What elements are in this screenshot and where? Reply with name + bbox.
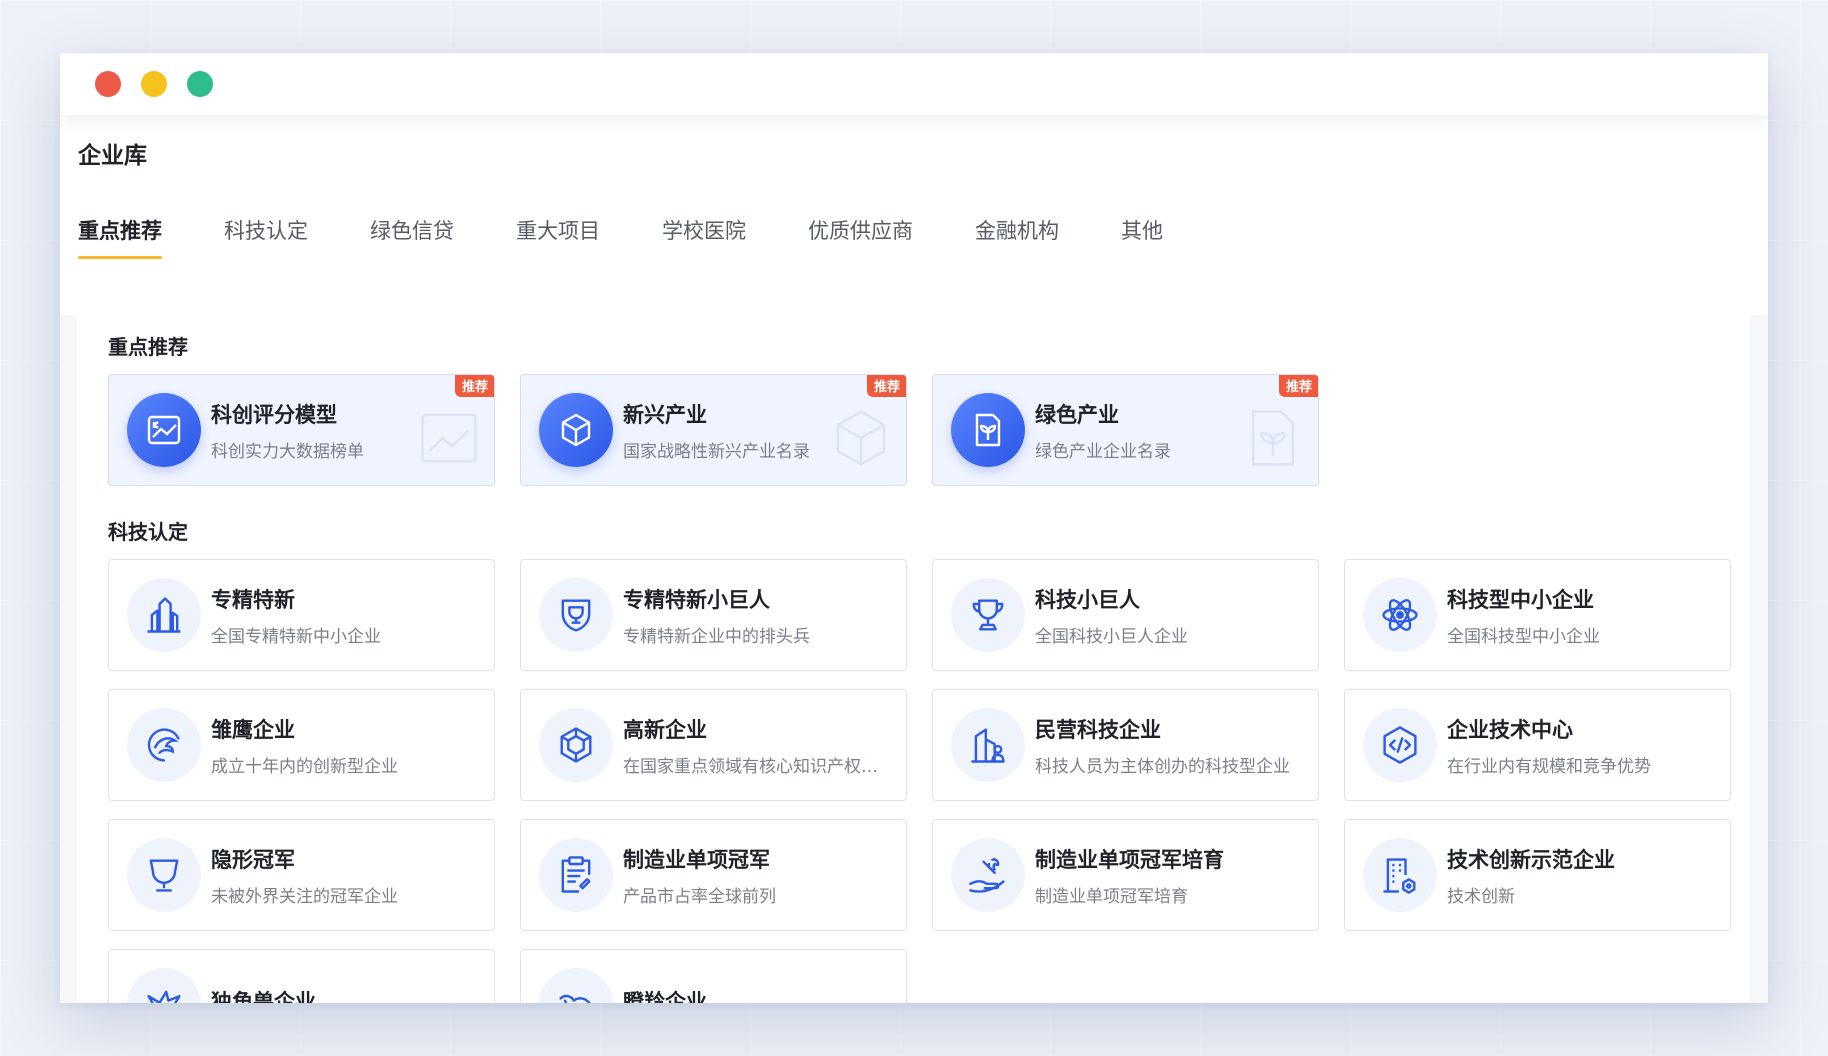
card-title: 雏鹰企业 <box>211 717 295 742</box>
card-young-eagle[interactable]: 雏鹰企业 成立十年内的创新型企业 <box>108 689 495 801</box>
card-sci-score-model[interactable]: 科创评分模型 科创实力大数据榜单 推荐 <box>108 374 495 486</box>
card-desc: 未被外界关注的冠军企业 <box>211 886 398 907</box>
card-private-tech[interactable]: 民营科技企业 科技人员为主体创办的科技型企业 <box>932 689 1319 801</box>
card-title: 隐形冠军 <box>211 847 295 872</box>
tech-certification-grid: 专精特新 全国专精特新中小企业 专精特新小巨人 专精特新企业中的排头兵 科技小巨… <box>108 559 1731 1003</box>
content-panel: 重点推荐 科创评分模型 科创实力大数据榜单 推荐 新兴产业 国家战略性新兴产业名… <box>77 297 1750 1003</box>
recommend-badge: 推荐 <box>866 375 906 397</box>
card-desc: 产品市占率全球前列 <box>623 886 776 907</box>
recommend-badge: 推荐 <box>454 375 494 397</box>
card-title: 专精特新 <box>211 587 295 612</box>
card-title: 专精特新小巨人 <box>623 587 770 612</box>
minimize-window-dot[interactable] <box>141 71 167 97</box>
card-title: 企业技术中心 <box>1447 717 1573 742</box>
hex-cube-icon <box>539 708 613 782</box>
gazelle-icon <box>539 968 613 1003</box>
card-green-industry[interactable]: 绿色产业 绿色产业企业名录 推荐 <box>932 374 1319 486</box>
section-title-key-recommend: 重点推荐 <box>108 335 188 359</box>
card-mfg-champion[interactable]: 制造业单项冠军 产品市占率全球前列 <box>520 819 907 931</box>
leaf-doc-icon <box>951 393 1025 467</box>
card-title: 高新企业 <box>623 717 707 742</box>
card-title: 科技小巨人 <box>1035 587 1140 612</box>
card-desc: 技术创新 <box>1447 886 1515 907</box>
trophy-shield-icon <box>539 578 613 652</box>
buildings-icon <box>127 578 201 652</box>
chart-watermark-icon <box>421 413 477 463</box>
maximize-window-dot[interactable] <box>187 71 213 97</box>
eagle-icon <box>127 708 201 782</box>
hand-wrench-icon <box>951 838 1025 912</box>
tab-other[interactable]: 其他 <box>1121 215 1163 259</box>
app-window: 企业库 重点推荐 科技认定 绿色信贷 重大项目 学校医院 优质供应商 金融机构 … <box>60 53 1768 1003</box>
card-tech-sme[interactable]: 科技型中小企业 全国科技型中小企业 <box>1344 559 1731 671</box>
clipboard-wrench-icon <box>539 838 613 912</box>
card-emerging-industry[interactable]: 新兴产业 国家战略性新兴产业名录 推荐 <box>520 374 907 486</box>
card-title: 民营科技企业 <box>1035 717 1161 742</box>
card-hidden-champion[interactable]: 隐形冠军 未被外界关注的冠军企业 <box>108 819 495 931</box>
card-title: 制造业单项冠军 <box>623 847 770 872</box>
cup-icon <box>127 838 201 912</box>
page-header: 企业库 重点推荐 科技认定 绿色信贷 重大项目 学校医院 优质供应商 金融机构 … <box>60 113 1768 315</box>
tab-financial-institutions[interactable]: 金融机构 <box>975 215 1059 259</box>
leaf-watermark-icon <box>1251 410 1295 466</box>
card-title: 独角兽企业 <box>211 990 316 1003</box>
atom-icon <box>1363 578 1437 652</box>
page-title: 企业库 <box>78 143 147 169</box>
building-gear-icon <box>1363 838 1437 912</box>
card-desc: 全国科技型中小企业 <box>1447 626 1600 647</box>
section-title-tech-certification: 科技认定 <box>108 520 188 544</box>
close-window-dot[interactable] <box>95 71 121 97</box>
tab-green-credit[interactable]: 绿色信贷 <box>370 215 454 259</box>
card-title: 制造业单项冠军培育 <box>1035 847 1224 872</box>
card-desc: 专精特新企业中的排头兵 <box>623 626 810 647</box>
card-mfg-champion-cultivation[interactable]: 制造业单项冠军培育 制造业单项冠军培育 <box>932 819 1319 931</box>
cube-watermark-icon <box>836 410 886 466</box>
tab-schools-hospitals[interactable]: 学校医院 <box>662 215 746 259</box>
chart-image-icon <box>127 393 201 467</box>
card-enterprise-tech-center[interactable]: 企业技术中心 在行业内有规模和竞争优势 <box>1344 689 1731 801</box>
tab-tech-certification[interactable]: 科技认定 <box>224 215 308 259</box>
tab-quality-suppliers[interactable]: 优质供应商 <box>808 215 913 259</box>
card-title: 科技型中小企业 <box>1447 587 1594 612</box>
card-title: 瞪羚企业 <box>623 990 707 1003</box>
card-desc: 在国家重点领域有核心知识产权的企业 <box>623 756 892 777</box>
tab-major-projects[interactable]: 重大项目 <box>516 215 600 259</box>
card-high-tech[interactable]: 高新企业 在国家重点领域有核心知识产权的企业 <box>520 689 907 801</box>
card-unicorn[interactable]: 独角兽企业 <box>108 949 495 1003</box>
card-zhuanjingtexin[interactable]: 专精特新 全国专精特新中小企业 <box>108 559 495 671</box>
code-hex-icon <box>1363 708 1437 782</box>
key-recommend-grid: 科创评分模型 科创实力大数据榜单 推荐 新兴产业 国家战略性新兴产业名录 推荐 <box>108 374 1719 486</box>
card-desc: 制造业单项冠军培育 <box>1035 886 1188 907</box>
window-titlebar <box>60 53 1768 115</box>
trophy-icon <box>951 578 1025 652</box>
cube-icon <box>539 393 613 467</box>
category-tabs: 重点推荐 科技认定 绿色信贷 重大项目 学校医院 优质供应商 金融机构 其他 <box>78 215 1750 269</box>
card-tech-innovation-demo[interactable]: 技术创新示范企业 技术创新 <box>1344 819 1731 931</box>
card-desc: 科技人员为主体创办的科技型企业 <box>1035 756 1290 777</box>
person-building-icon <box>951 708 1025 782</box>
unicorn-icon <box>127 968 201 1003</box>
card-desc: 全国科技小巨人企业 <box>1035 626 1188 647</box>
card-little-giant[interactable]: 专精特新小巨人 专精特新企业中的排头兵 <box>520 559 907 671</box>
card-tech-little-giant[interactable]: 科技小巨人 全国科技小巨人企业 <box>932 559 1319 671</box>
card-title: 技术创新示范企业 <box>1447 847 1615 872</box>
card-desc: 全国专精特新中小企业 <box>211 626 381 647</box>
card-gazelle[interactable]: 瞪羚企业 <box>520 949 907 1003</box>
card-desc: 在行业内有规模和竞争优势 <box>1447 756 1651 777</box>
tab-key-recommend[interactable]: 重点推荐 <box>78 215 162 259</box>
recommend-badge: 推荐 <box>1278 375 1318 397</box>
card-desc: 成立十年内的创新型企业 <box>211 756 398 777</box>
